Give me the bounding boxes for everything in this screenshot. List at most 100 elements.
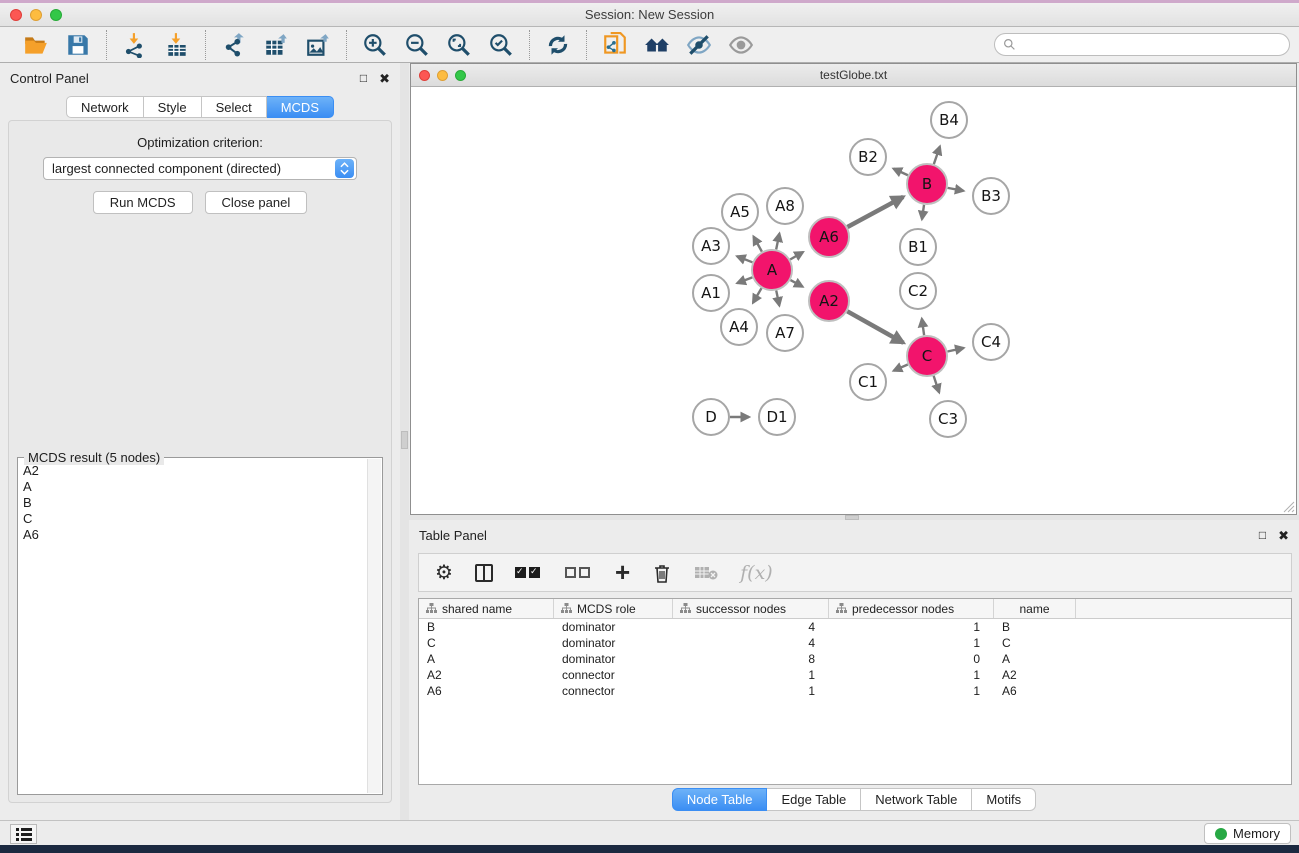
tab-motifs[interactable]: Motifs <box>972 788 1036 811</box>
search-field[interactable] <box>994 33 1290 56</box>
edge-C-C4[interactable] <box>948 348 964 352</box>
edge-A2-C[interactable] <box>847 311 903 343</box>
first-neighbors-icon[interactable] <box>643 31 671 59</box>
select-all-icon[interactable] <box>515 567 543 578</box>
result-item[interactable]: A2 <box>23 463 365 479</box>
mcds-result-box: MCDS result (5 nodes) A2 A B C A6 <box>17 457 383 795</box>
edge-A-A4[interactable] <box>753 288 761 303</box>
result-scrollbar[interactable] <box>367 459 381 793</box>
tab-mcds[interactable]: MCDS <box>267 96 334 118</box>
edge-A-A2[interactable] <box>790 280 802 287</box>
zoom-selected-icon[interactable] <box>487 31 515 59</box>
close-panel-button[interactable]: Close panel <box>205 191 308 214</box>
criterion-select[interactable]: largest connected component (directed) <box>43 157 357 180</box>
zoom-fit-icon[interactable] <box>445 31 473 59</box>
deselect-all-icon[interactable] <box>565 567 593 578</box>
edge-B-B3[interactable] <box>948 188 964 191</box>
tab-edge-table[interactable]: Edge Table <box>767 788 861 811</box>
memory-button[interactable]: Memory <box>1204 823 1291 844</box>
edge-A-A1[interactable] <box>737 277 752 283</box>
edge-C-C1[interactable] <box>894 364 908 370</box>
table-row[interactable]: A2 connector 1 1 A2 <box>419 667 1291 683</box>
new-network-from-selection-icon[interactable] <box>601 31 629 59</box>
table-row[interactable]: B dominator 4 1 B <box>419 619 1291 635</box>
window-resize-grip[interactable] <box>1282 500 1295 513</box>
edge-A-A7[interactable] <box>776 291 779 306</box>
add-column-icon[interactable]: + <box>615 562 630 583</box>
network-window-titlebar[interactable]: testGlobe.txt <box>411 64 1296 87</box>
result-item[interactable]: C <box>23 511 365 527</box>
edge-A-A3[interactable] <box>737 256 752 262</box>
node-label-A6: A6 <box>819 228 839 246</box>
column-header-predecessor-nodes[interactable]: predecessor nodes <box>829 599 994 618</box>
table-toolbar: ⚙ + f(x) <box>418 553 1292 592</box>
save-session-icon[interactable] <box>64 31 92 59</box>
select-stepper-icon <box>335 159 354 178</box>
close-table-panel-icon[interactable]: ✖ <box>1278 529 1289 542</box>
hide-selected-icon[interactable] <box>685 31 713 59</box>
delete-table-icon[interactable] <box>694 565 718 581</box>
open-file-icon[interactable] <box>22 31 50 59</box>
column-header-successor-nodes[interactable]: successor nodes <box>673 599 829 618</box>
edge-B-B4[interactable] <box>934 146 940 164</box>
export-network-icon[interactable] <box>220 31 248 59</box>
edge-C-C2[interactable] <box>922 319 924 335</box>
result-item[interactable]: A6 <box>23 527 365 543</box>
table-row[interactable]: A dominator 8 0 A <box>419 651 1291 667</box>
table-row[interactable]: C dominator 4 1 C <box>419 635 1291 651</box>
edge-B-B2[interactable] <box>893 169 907 176</box>
column-header-shared-name[interactable]: shared name <box>419 599 554 618</box>
close-panel-icon[interactable]: ✖ <box>379 72 390 85</box>
table-tabs: Node Table Edge Table Network Table Moti… <box>409 788 1299 811</box>
column-header-mcds-role[interactable]: MCDS role <box>554 599 673 618</box>
node-label-B4: B4 <box>939 111 959 129</box>
node-label-A3: A3 <box>701 237 721 255</box>
optimization-criterion-label: Optimization criterion: <box>9 135 391 150</box>
result-item[interactable]: A <box>23 479 365 495</box>
edge-A-A8[interactable] <box>776 233 779 249</box>
node-label-B3: B3 <box>981 187 1001 205</box>
table-row[interactable]: A6 connector 1 1 A6 <box>419 683 1291 699</box>
status-bar: Memory <box>0 820 1299 845</box>
tab-select[interactable]: Select <box>202 96 267 118</box>
node-label-C3: C3 <box>938 410 958 428</box>
float-panel-icon[interactable]: □ <box>360 72 367 84</box>
search-input[interactable] <box>1016 35 1289 54</box>
import-table-icon[interactable] <box>163 31 191 59</box>
column-header-name[interactable]: name <box>994 599 1076 618</box>
column-panel-icon[interactable] <box>475 564 493 582</box>
column-type-icon <box>680 603 691 614</box>
vertical-splitter[interactable] <box>400 63 409 820</box>
table-settings-icon[interactable]: ⚙ <box>435 563 453 583</box>
mcds-result-list: A2 A B C A6 <box>19 459 367 793</box>
export-image-icon[interactable] <box>304 31 332 59</box>
export-table-icon[interactable] <box>262 31 290 59</box>
node-label-A7: A7 <box>775 324 795 342</box>
zoom-out-icon[interactable] <box>403 31 431 59</box>
mcds-panel: Optimization criterion: largest connecte… <box>8 120 392 803</box>
edge-B-B1[interactable] <box>922 205 924 219</box>
table-panel: Table Panel □ ✖ ⚙ + f(x) shared name MCD… <box>409 520 1299 820</box>
delete-column-icon[interactable] <box>652 562 672 584</box>
tab-style[interactable]: Style <box>144 96 202 118</box>
edge-A6-B[interactable] <box>847 197 903 227</box>
search-icon <box>1003 38 1016 51</box>
network-canvas[interactable]: B4B2BB3A8A5A6B1A3AA1C2A2A4A7C4CC1C3DD1 <box>411 87 1296 514</box>
show-all-icon[interactable] <box>727 31 755 59</box>
zoom-in-icon[interactable] <box>361 31 389 59</box>
task-history-button[interactable] <box>10 824 37 844</box>
function-builder-icon[interactable]: f(x) <box>740 562 773 584</box>
edge-A-A5[interactable] <box>754 237 762 252</box>
control-panel-tabs: Network Style Select MCDS <box>0 96 400 118</box>
result-item[interactable]: B <box>23 495 365 511</box>
tab-network[interactable]: Network <box>66 96 144 118</box>
splitter-handle[interactable] <box>401 431 408 449</box>
float-table-panel-icon[interactable]: □ <box>1259 529 1266 541</box>
import-network-icon[interactable] <box>121 31 149 59</box>
edge-C-C3[interactable] <box>934 376 940 393</box>
tab-network-table[interactable]: Network Table <box>861 788 972 811</box>
run-mcds-button[interactable]: Run MCDS <box>93 191 193 214</box>
tab-node-table[interactable]: Node Table <box>672 788 768 811</box>
edge-A-A6[interactable] <box>790 252 803 259</box>
refresh-icon[interactable] <box>544 31 572 59</box>
